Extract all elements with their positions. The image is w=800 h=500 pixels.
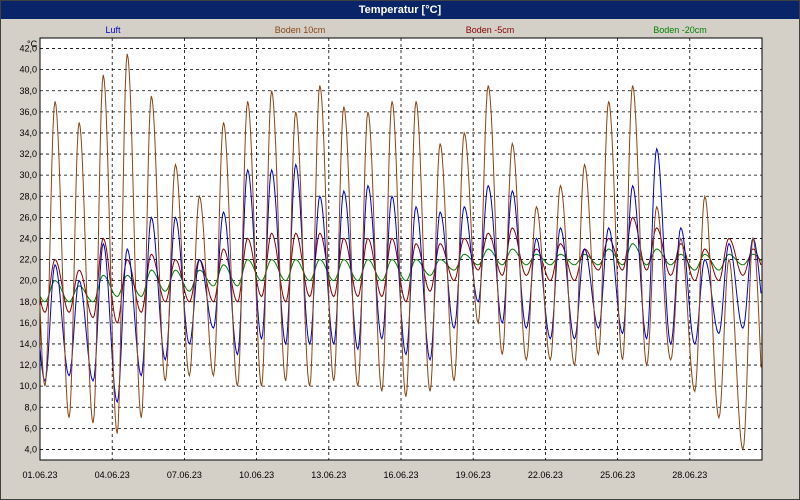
legend-entry: Boden 10cm — [275, 25, 326, 35]
y-tick-label: 8,0 — [24, 402, 37, 412]
y-tick-label: 4,0 — [24, 444, 37, 454]
y-tick-label: 40,0 — [19, 65, 37, 75]
y-tick-label: 24,0 — [19, 233, 37, 243]
x-tick-label: 04.06.23 — [95, 470, 130, 480]
y-tick-label: 34,0 — [19, 128, 37, 138]
x-tick-label: 01.06.23 — [22, 470, 57, 480]
y-tick-label: 30,0 — [19, 170, 37, 180]
y-axis-unit-label: °C — [27, 39, 38, 49]
x-tick-label: 13.06.23 — [311, 470, 346, 480]
y-tick-label: 38,0 — [19, 86, 37, 96]
x-tick-label: 28.06.23 — [672, 470, 707, 480]
x-tick-label: 10.06.23 — [239, 470, 274, 480]
legend-entry: Boden -5cm — [466, 25, 515, 35]
y-tick-label: 18,0 — [19, 297, 37, 307]
legend: Luft Boden 10cm Boden -5cm Boden -20cm — [105, 25, 706, 35]
x-tick-label: 19.06.23 — [456, 470, 491, 480]
y-tick-label: 20,0 — [19, 276, 37, 286]
temperature-chart: 4,0 6,0 8,0 10,0 12,0 14,0 16,0 18,0 20,0 22,0 24,… — [19, 25, 763, 480]
x-axis: 01.06.23 04.06.23 07.06.23 10.06.23 13.06.23… — [22, 470, 707, 480]
y-tick-label: 14,0 — [19, 339, 37, 349]
legend-entry: Luft — [105, 25, 121, 35]
y-tick-label: 22,0 — [19, 255, 37, 265]
y-tick-label: 10,0 — [19, 381, 37, 391]
y-tick-label: 16,0 — [19, 318, 37, 328]
legend-entry: Boden -20cm — [653, 25, 707, 35]
y-tick-label: 28,0 — [19, 191, 37, 201]
x-tick-label: 07.06.23 — [167, 470, 202, 480]
y-axis: 4,0 6,0 8,0 10,0 12,0 14,0 16,0 18,0 20,0 22,0 24,… — [19, 44, 37, 455]
x-tick-label: 25.06.23 — [600, 470, 635, 480]
y-tick-label: 26,0 — [19, 212, 37, 222]
y-tick-label: 6,0 — [24, 423, 37, 433]
y-tick-label: 32,0 — [19, 149, 37, 159]
y-tick-label: 12,0 — [19, 360, 37, 370]
x-tick-label: 16.06.23 — [383, 470, 418, 480]
y-tick-label: 36,0 — [19, 107, 37, 117]
x-tick-label: 22.06.23 — [528, 470, 563, 480]
